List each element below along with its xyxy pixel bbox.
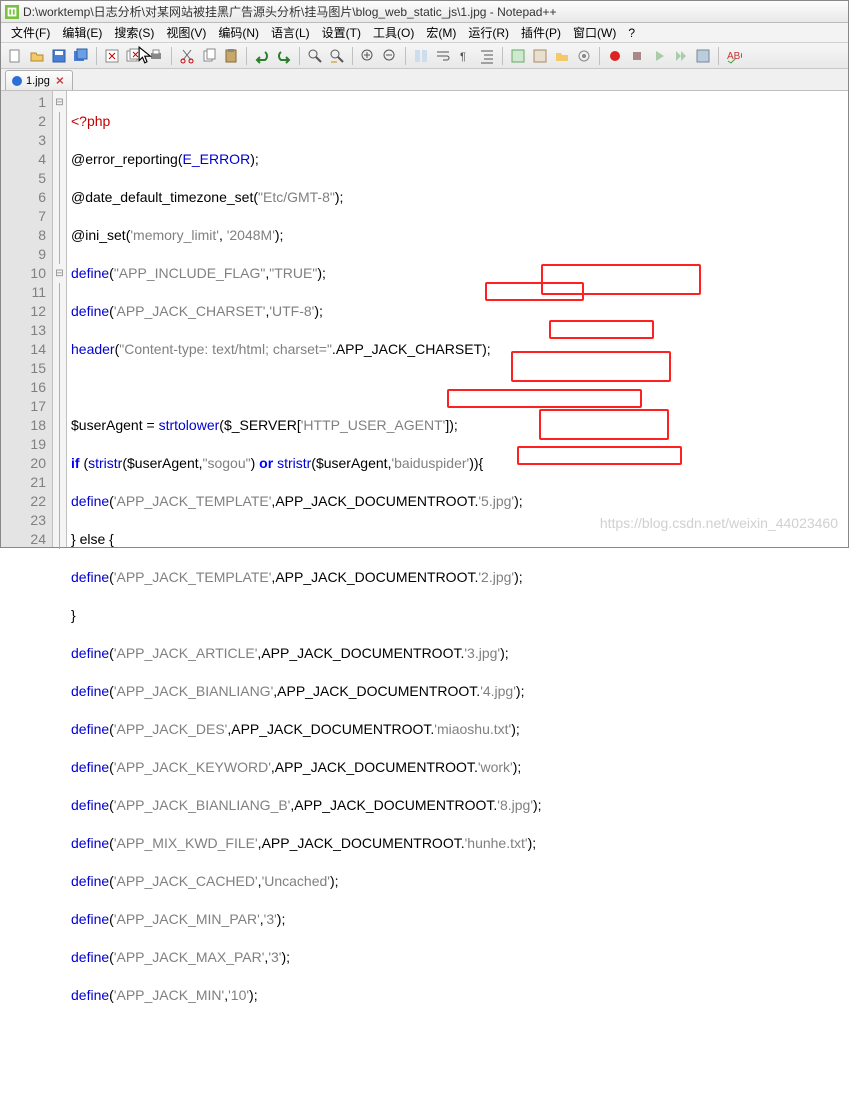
menubar: 文件(F) 编辑(E) 搜索(S) 视图(V) 编码(N) 语言(L) 设置(T…: [1, 23, 848, 43]
menu-encoding[interactable]: 编码(N): [212, 24, 265, 41]
undo-icon[interactable]: [252, 46, 272, 66]
open-icon[interactable]: [27, 46, 47, 66]
sync-icon[interactable]: [411, 46, 431, 66]
svg-text:¶: ¶: [460, 51, 466, 63]
print-icon[interactable]: [146, 46, 166, 66]
save-icon[interactable]: [49, 46, 69, 66]
fold-column: ⊟ ⊟: [53, 91, 67, 547]
toolbar-sep: [352, 47, 353, 65]
toolbar-sep: [299, 47, 300, 65]
closeall-icon[interactable]: [124, 46, 144, 66]
svg-text:ABC: ABC: [727, 51, 742, 62]
menu-run[interactable]: 运行(R): [462, 24, 515, 41]
indent-icon[interactable]: [477, 46, 497, 66]
toolbar-sep: [502, 47, 503, 65]
playfast-icon[interactable]: [671, 46, 691, 66]
toolbar-sep: [718, 47, 719, 65]
fold-box-icon[interactable]: ⊟: [53, 264, 66, 283]
toolbar-sep: [405, 47, 406, 65]
tab-1jpg[interactable]: 1.jpg ⨯: [5, 70, 73, 90]
spellcheck-icon[interactable]: ABC: [724, 46, 744, 66]
saveall-icon[interactable]: [71, 46, 91, 66]
line-gutter: 123456789101112131415161718192021222324: [1, 91, 53, 547]
menu-macro[interactable]: 宏(M): [420, 24, 462, 41]
menu-plugins[interactable]: 插件(P): [515, 24, 567, 41]
menu-help[interactable]: ?: [622, 26, 641, 40]
record-icon[interactable]: [605, 46, 625, 66]
highlight-box: [485, 282, 584, 301]
titlebar: D:\worktemp\日志分析\对某网站被挂黑广告源头分析\挂马图片\blog…: [1, 1, 848, 23]
toolbar-sep: [96, 47, 97, 65]
toolbar-sep: [599, 47, 600, 65]
funclist-icon[interactable]: [530, 46, 550, 66]
menu-file[interactable]: 文件(F): [5, 24, 56, 41]
editor[interactable]: 123456789101112131415161718192021222324 …: [1, 91, 848, 547]
allchars-icon[interactable]: ¶: [455, 46, 475, 66]
app-icon: [5, 5, 19, 19]
tab-close-icon[interactable]: ⨯: [54, 75, 66, 87]
menu-window[interactable]: 窗口(W): [567, 24, 622, 41]
find-icon[interactable]: [305, 46, 325, 66]
toolbar-sep: [171, 47, 172, 65]
tab-label: 1.jpg: [26, 75, 50, 87]
menu-edit[interactable]: 编辑(E): [56, 24, 108, 41]
lang-icon[interactable]: [508, 46, 528, 66]
tab-status-icon: [12, 76, 22, 86]
monitor-icon[interactable]: [574, 46, 594, 66]
zoomout-icon[interactable]: [380, 46, 400, 66]
close-icon[interactable]: [102, 46, 122, 66]
tabstrip: 1.jpg ⨯: [1, 69, 848, 91]
savemacro-icon[interactable]: [693, 46, 713, 66]
menu-search[interactable]: 搜索(S): [108, 24, 160, 41]
menu-language[interactable]: 语言(L): [265, 24, 316, 41]
wrap-icon[interactable]: [433, 46, 453, 66]
window-title: D:\worktemp\日志分析\对某网站被挂黑广告源头分析\挂马图片\blog…: [23, 3, 557, 20]
toolbar: ¶ ABC: [1, 43, 848, 69]
menu-settings[interactable]: 设置(T): [316, 24, 367, 41]
copy-icon[interactable]: [199, 46, 219, 66]
highlight-box: [549, 320, 654, 339]
redo-icon[interactable]: [274, 46, 294, 66]
stop-icon[interactable]: [627, 46, 647, 66]
new-icon[interactable]: [5, 46, 25, 66]
toolbar-sep: [246, 47, 247, 65]
play-icon[interactable]: [649, 46, 669, 66]
menu-tools[interactable]: 工具(O): [367, 24, 420, 41]
zoomin-icon[interactable]: [358, 46, 378, 66]
menu-view[interactable]: 视图(V): [160, 24, 212, 41]
replace-icon[interactable]: [327, 46, 347, 66]
folder-icon[interactable]: [552, 46, 572, 66]
cut-icon[interactable]: [177, 46, 197, 66]
code-area[interactable]: <?php @error_reporting(E_ERROR); @date_d…: [67, 91, 848, 547]
fold-box-icon[interactable]: ⊟: [53, 93, 66, 112]
paste-icon[interactable]: [221, 46, 241, 66]
